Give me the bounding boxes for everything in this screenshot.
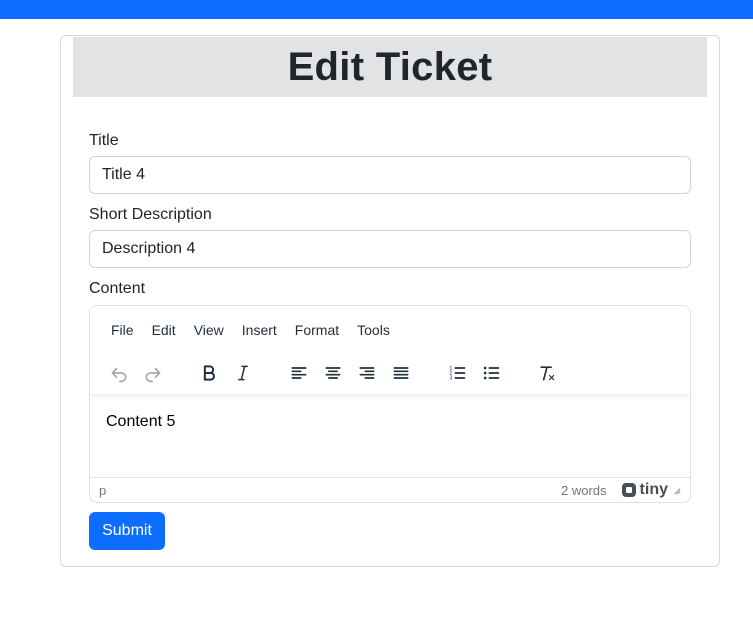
- bullet-list-icon: [483, 366, 500, 380]
- align-left-icon: [291, 367, 307, 379]
- bold-button[interactable]: [192, 358, 226, 388]
- numbered-list-icon: 123: [450, 366, 466, 382]
- align-group: [282, 358, 418, 388]
- edit-ticket-card: Edit Ticket Title Short Description Cont…: [60, 35, 720, 567]
- short-description-label: Short Description: [89, 206, 212, 223]
- title-label: Title: [89, 132, 119, 149]
- card-header: Edit Ticket: [73, 37, 707, 97]
- bold-icon: [203, 365, 215, 381]
- editor-toolbar: 123: [102, 358, 586, 388]
- clear-group: [530, 358, 564, 388]
- menu-format[interactable]: Format: [286, 320, 348, 340]
- align-center-button[interactable]: [316, 358, 350, 388]
- align-justify-icon: [393, 367, 409, 379]
- redo-button[interactable]: [136, 358, 170, 388]
- editor-statusbar: p 2 words tiny: [90, 477, 690, 502]
- title-input[interactable]: [89, 156, 691, 194]
- numbered-list-button[interactable]: 123: [440, 358, 474, 388]
- page-title: Edit Ticket: [287, 44, 493, 89]
- element-path[interactable]: p: [99, 483, 561, 498]
- align-justify-button[interactable]: [384, 358, 418, 388]
- clear-formatting-button[interactable]: [530, 358, 564, 388]
- bullet-list-button[interactable]: [474, 358, 508, 388]
- history-group: [102, 358, 170, 388]
- editor-content-area[interactable]: Content 5: [90, 395, 690, 477]
- editor-paragraph: Content 5: [106, 413, 176, 430]
- menu-view[interactable]: View: [185, 320, 233, 340]
- content-label: Content: [89, 280, 146, 297]
- svg-text:3: 3: [450, 376, 453, 382]
- align-left-button[interactable]: [282, 358, 316, 388]
- redo-icon: [145, 368, 161, 383]
- menu-file[interactable]: File: [102, 320, 143, 340]
- short-description-input[interactable]: [89, 230, 691, 268]
- format-group: [192, 358, 260, 388]
- italic-icon: [238, 365, 248, 381]
- align-right-button[interactable]: [350, 358, 384, 388]
- list-group: 123: [440, 358, 508, 388]
- top-navbar: [0, 0, 753, 19]
- menu-edit[interactable]: Edit: [143, 320, 185, 340]
- align-right-icon: [359, 367, 375, 379]
- align-center-icon: [325, 367, 341, 379]
- editor-menubar: File Edit View Insert Format Tools: [102, 320, 399, 340]
- tiny-brand-text: tiny: [639, 481, 668, 498]
- menu-tools[interactable]: Tools: [348, 320, 399, 340]
- tiny-logo-icon: [621, 483, 636, 497]
- rich-text-editor: File Edit View Insert Format Tools 1 2 3…: [89, 305, 691, 503]
- undo-button[interactable]: [102, 358, 136, 388]
- resize-handle-icon[interactable]: [672, 486, 681, 495]
- editor-header: File Edit View Insert Format Tools 1 2 3: [90, 306, 690, 394]
- clear-formatting-icon: [540, 366, 555, 381]
- italic-button[interactable]: [226, 358, 260, 388]
- submit-button[interactable]: Submit: [89, 512, 165, 550]
- word-count[interactable]: 2 words: [561, 483, 607, 498]
- tiny-brand-link[interactable]: tiny: [621, 481, 668, 499]
- undo-icon: [111, 368, 127, 383]
- menu-insert[interactable]: Insert: [233, 320, 286, 340]
